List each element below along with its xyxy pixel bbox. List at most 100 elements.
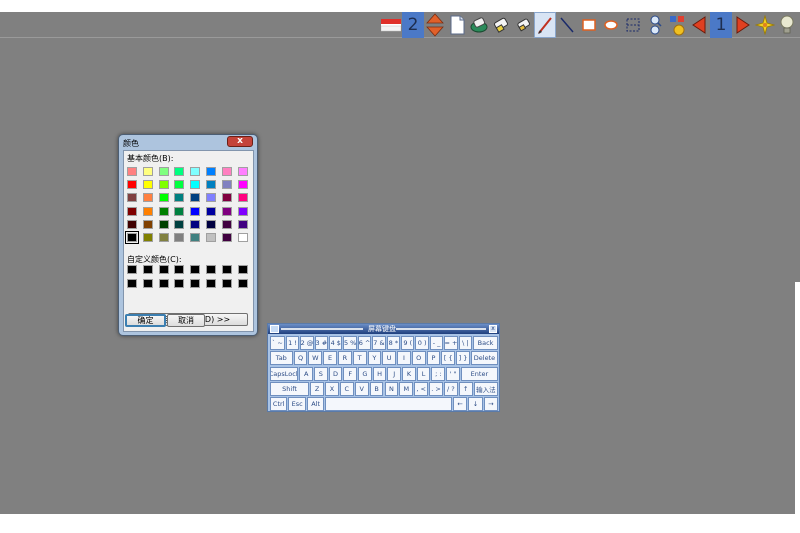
custom-color-swatch[interactable] [237,265,248,274]
key[interactable]: U [382,351,397,366]
color-swatch[interactable] [190,206,201,216]
key[interactable]: S [314,366,328,381]
color-swatch[interactable] [174,233,185,242]
key[interactable]: Alt [306,397,325,412]
key[interactable]: Y [367,351,382,366]
color-swatch[interactable] [237,167,248,176]
key[interactable]: B [369,381,384,396]
select-button[interactable] [622,12,644,38]
key[interactable]: 1 ! [285,336,300,350]
color-swatch[interactable] [158,206,169,216]
color-swatch[interactable] [237,233,248,242]
color-swatch[interactable] [142,180,153,190]
custom-color-swatch[interactable] [158,265,169,274]
color-swatch[interactable] [127,206,137,216]
page-number-button[interactable]: 2 [402,12,424,38]
color-swatch[interactable] [190,233,201,242]
color-swatch[interactable] [127,180,137,190]
color-swatch[interactable] [206,193,216,203]
color-swatch[interactable] [221,233,232,242]
color-swatch[interactable] [190,167,201,176]
key[interactable]: ` ~ [270,336,285,350]
color-swatch[interactable] [221,193,232,203]
key[interactable]: Enter [460,366,498,381]
flag-button[interactable] [380,12,402,38]
key[interactable]: 3 # [314,336,329,350]
new-page-button[interactable] [446,12,468,38]
color-swatch[interactable] [221,167,232,176]
key[interactable]: M [399,381,414,396]
key[interactable]: CapsLock [270,366,299,381]
ok-button[interactable]: 确定 [125,314,166,327]
custom-color-swatch[interactable] [221,279,232,288]
color-swatch[interactable] [190,180,201,190]
page-up-down-button[interactable] [424,12,446,38]
color-swatch[interactable] [174,180,185,190]
cancel-button[interactable]: 取消 [167,314,205,327]
custom-color-swatch[interactable] [127,265,137,274]
color-swatch[interactable] [158,219,169,229]
key[interactable]: = + [444,336,458,350]
custom-color-swatch[interactable] [190,265,201,274]
key[interactable]: Q [293,351,308,366]
key[interactable]: K [402,366,416,381]
color-swatch[interactable] [237,180,248,190]
keyboard-system-icon[interactable] [270,325,279,333]
color-swatch[interactable] [221,206,232,216]
key[interactable]: Ctrl [270,397,288,412]
key[interactable]: ' " [446,366,460,381]
custom-color-swatch[interactable] [237,279,248,288]
key[interactable]: Esc [288,397,306,412]
key[interactable]: → [483,397,498,412]
key[interactable]: F [343,366,358,381]
color-swatch[interactable] [158,193,169,203]
key[interactable]: D [328,366,343,381]
key[interactable]: 2 @ [300,336,314,350]
small-eraser-button[interactable] [512,12,534,38]
color-swatch[interactable] [174,219,185,229]
key[interactable]: 5 % [343,336,357,350]
color-swatch[interactable] [158,167,169,176]
key[interactable]: . > [429,381,443,396]
custom-color-swatch[interactable] [158,279,169,288]
key[interactable]: Tab [270,351,293,366]
close-button[interactable]: x [227,136,253,147]
color-swatch[interactable] [142,206,153,216]
color-swatch[interactable] [206,180,216,190]
next-page-button[interactable] [732,12,754,38]
pen-button[interactable] [534,12,556,38]
key[interactable]: , < [414,381,429,396]
custom-color-swatch[interactable] [142,265,153,274]
color-swatch[interactable] [221,219,232,229]
custom-color-swatch[interactable] [127,279,137,288]
color-swatch[interactable] [237,219,248,229]
stamp-button[interactable] [666,12,688,38]
key[interactable]: - _ [429,336,444,350]
color-swatch[interactable] [206,167,216,176]
key[interactable]: X [325,381,339,396]
color-swatch[interactable] [206,206,216,216]
key[interactable]: 7 & [372,336,386,350]
custom-color-swatch[interactable] [206,279,216,288]
color-swatch[interactable] [127,193,137,203]
key[interactable]: ← [452,397,468,412]
color-swatch[interactable] [174,167,185,176]
key[interactable]: R [337,351,352,366]
key[interactable]: P [426,351,441,366]
color-swatch[interactable] [237,206,248,216]
color-swatch[interactable] [127,219,137,229]
effects-button[interactable] [754,12,776,38]
eraser-button[interactable] [490,12,512,38]
key[interactable]: J [387,366,402,381]
custom-color-swatch[interactable] [142,279,153,288]
key[interactable]: N [384,381,399,396]
key[interactable]: 输入法 [473,381,498,396]
key[interactable]: T [352,351,367,366]
color-swatch[interactable] [190,193,201,203]
key[interactable]: Shift [270,381,310,396]
color-swatch[interactable] [221,180,232,190]
rectangle-button[interactable] [578,12,600,38]
key[interactable]: 8 * [386,336,401,350]
color-swatch[interactable] [174,193,185,203]
color-swatch[interactable] [142,219,153,229]
